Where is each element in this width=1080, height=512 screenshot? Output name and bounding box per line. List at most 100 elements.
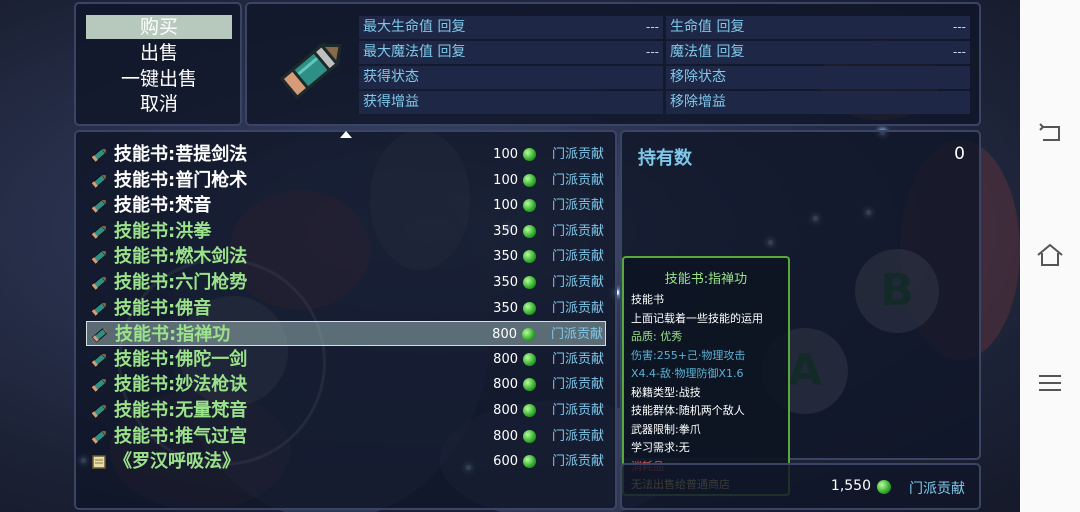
item-currency: 门派贡献 (551, 147, 604, 162)
effect-label: 移除增益 (670, 94, 726, 110)
currency-name: 门派贡献 (909, 481, 965, 497)
effect-max-mp-recovery: 最大魔法值 回复 --- (359, 41, 663, 64)
shop-item-row[interactable]: 《罗汉呼吸法》 600 门派贡献 (86, 449, 606, 474)
currency-amount: 1,550 (830, 478, 871, 494)
currency-window: 1,550 门派贡献 (620, 463, 981, 510)
pencil-book-icon (91, 301, 107, 317)
pencil-book-icon (92, 328, 108, 343)
effect-remove-buff: 移除增益 (666, 91, 970, 114)
back-icon[interactable] (1035, 118, 1065, 148)
scroll-up-arrow-icon[interactable] (340, 131, 352, 138)
shop-item-row[interactable]: 技能书:梵音 100 门派贡献 (86, 193, 606, 218)
item-currency: 门派贡献 (551, 351, 604, 367)
item-name: 技能书:佛陀一剑 (114, 348, 248, 370)
item-currency: 门派贡献 (551, 300, 604, 316)
pencil-book-icon (91, 378, 107, 393)
help-line: X4.4-敌·物理防御X1.6 (631, 367, 744, 380)
item-currency: 门派贡献 (551, 275, 604, 290)
item-price: 350 (493, 300, 518, 316)
item-help-tooltip: 技能书:指禅功 技能书 上面记载着一些技能的运用 品质: 优秀 伤害:255+己·物理… (622, 256, 790, 496)
shop-item-row[interactable]: 技能书:菩提剑法 100 门派贡献 (86, 142, 606, 167)
cancel-command[interactable]: 取消 (86, 92, 232, 116)
help-line: 技能书 (631, 293, 664, 306)
item-currency: 门派贡献 (551, 454, 604, 470)
shop-item-row[interactable]: 技能书:无量梵音 800 门派贡献 (86, 398, 606, 423)
help-line: 技能群体:随机两个敌人 (631, 404, 745, 417)
help-line: 品质: 优秀 (631, 330, 683, 343)
shop-item-row[interactable]: 技能书:佛音 350 门派贡献 (86, 296, 606, 321)
item-name: 技能书:佛音 (114, 297, 212, 319)
shop-item-row[interactable]: 技能书:妙法枪诀 800 门派贡献 (86, 372, 606, 397)
effect-label: 魔法值 回复 (670, 44, 745, 60)
effect-label: 最大魔法值 回复 (363, 44, 466, 60)
item-name: 技能书:燃木剑法 (114, 246, 248, 268)
item-effects-window: 最大生命值 回复 --- 生命值 回复 --- 最大魔法值 回复 --- 魔法值… (245, 2, 981, 126)
item-price: 100 (493, 147, 518, 162)
pencil-book-icon (91, 199, 107, 214)
help-line: 秘籍类型:战技 (631, 385, 701, 399)
possession-label: 持有数 (638, 148, 692, 169)
jade-coin-icon (523, 352, 536, 366)
effect-mp-recovery: 魔法值 回复 --- (666, 41, 970, 64)
item-price: 600 (493, 454, 518, 470)
item-name: 技能书:指禅功 (115, 324, 231, 346)
item-price: 100 (493, 198, 518, 214)
scroll-icon (92, 455, 106, 469)
item-currency: 门派贡献 (551, 198, 604, 214)
shop-item-row[interactable]: 技能书:佛陀一剑 800 门派贡献 (86, 347, 606, 372)
menu-icon[interactable] (1035, 368, 1065, 398)
item-currency: 门派贡献 (551, 428, 604, 444)
item-name: 技能书:无量梵音 (114, 400, 248, 421)
home-icon[interactable] (1035, 240, 1065, 270)
effect-label: 获得状态 (363, 69, 419, 85)
quick-sell-command[interactable]: 一键出售 (86, 67, 232, 91)
shop-item-row[interactable]: 技能书:洪拳 350 门派贡献 (86, 219, 606, 244)
skill-book-pencil-icon (279, 42, 342, 100)
pencil-book-icon (91, 404, 107, 419)
item-name: 技能书:推气过宫 (114, 425, 248, 447)
shop-item-row[interactable]: 技能书:推气过宫 800 门派贡献 (86, 424, 606, 449)
item-price: 800 (493, 377, 518, 393)
item-price: 800 (493, 403, 518, 418)
item-name: 技能书:六门枪势 (114, 272, 248, 293)
help-line: 武器限制:拳爪 (631, 422, 701, 436)
item-name: 技能书:普门枪术 (114, 169, 248, 191)
item-price: 100 (493, 172, 518, 188)
item-price: 350 (493, 275, 518, 290)
jade-coin-icon (523, 455, 536, 469)
sell-command[interactable]: 出售 (86, 41, 232, 65)
jade-coin-icon (523, 148, 536, 161)
effect-label: 最大生命值 回复 (363, 19, 466, 35)
jade-coin-icon (522, 328, 535, 342)
shop-item-list[interactable]: 技能书:菩提剑法 100 门派贡献 技能书:普门枪术 100 门派贡献 技能书:梵音 100 门… (74, 130, 617, 510)
jade-coin-icon (523, 224, 536, 238)
effect-value: --- (953, 45, 966, 59)
item-currency: 门派贡献 (551, 403, 604, 418)
item-price: 350 (493, 223, 518, 239)
shop-item-row[interactable]: 技能书:指禅功 800 门派贡献 (86, 321, 606, 347)
jade-coin-icon (523, 250, 536, 264)
jade-coin-icon (523, 301, 536, 315)
effect-value: --- (646, 20, 659, 34)
item-price: 350 (493, 249, 518, 265)
effect-label: 生命值 回复 (670, 19, 745, 35)
effect-max-hp-recovery: 最大生命值 回复 --- (359, 16, 663, 39)
effect-add-buff: 获得增益 (359, 91, 663, 114)
item-currency: 门派贡献 (551, 377, 604, 393)
pencil-book-icon (91, 276, 107, 291)
item-price: 800 (492, 327, 517, 343)
possession-count: 0 (954, 144, 965, 164)
pencil-book-icon (91, 250, 107, 265)
item-currency: 门派贡献 (551, 172, 604, 188)
buy-command[interactable]: 购买 (86, 15, 232, 39)
jade-coin-icon (523, 199, 536, 213)
shop-item-row[interactable]: 技能书:六门枪势 350 门派贡献 (86, 270, 606, 295)
effect-hp-recovery: 生命值 回复 --- (666, 16, 970, 39)
item-currency: 门派贡献 (550, 327, 603, 343)
jade-coin-icon (523, 429, 536, 443)
jade-coin-icon (523, 173, 536, 187)
shop-item-row[interactable]: 技能书:燃木剑法 350 门派贡献 (86, 244, 606, 269)
shop-item-row[interactable]: 技能书:普门枪术 100 门派贡献 (86, 168, 606, 193)
item-name: 技能书:妙法枪诀 (114, 374, 248, 396)
jade-coin-icon (523, 378, 536, 392)
